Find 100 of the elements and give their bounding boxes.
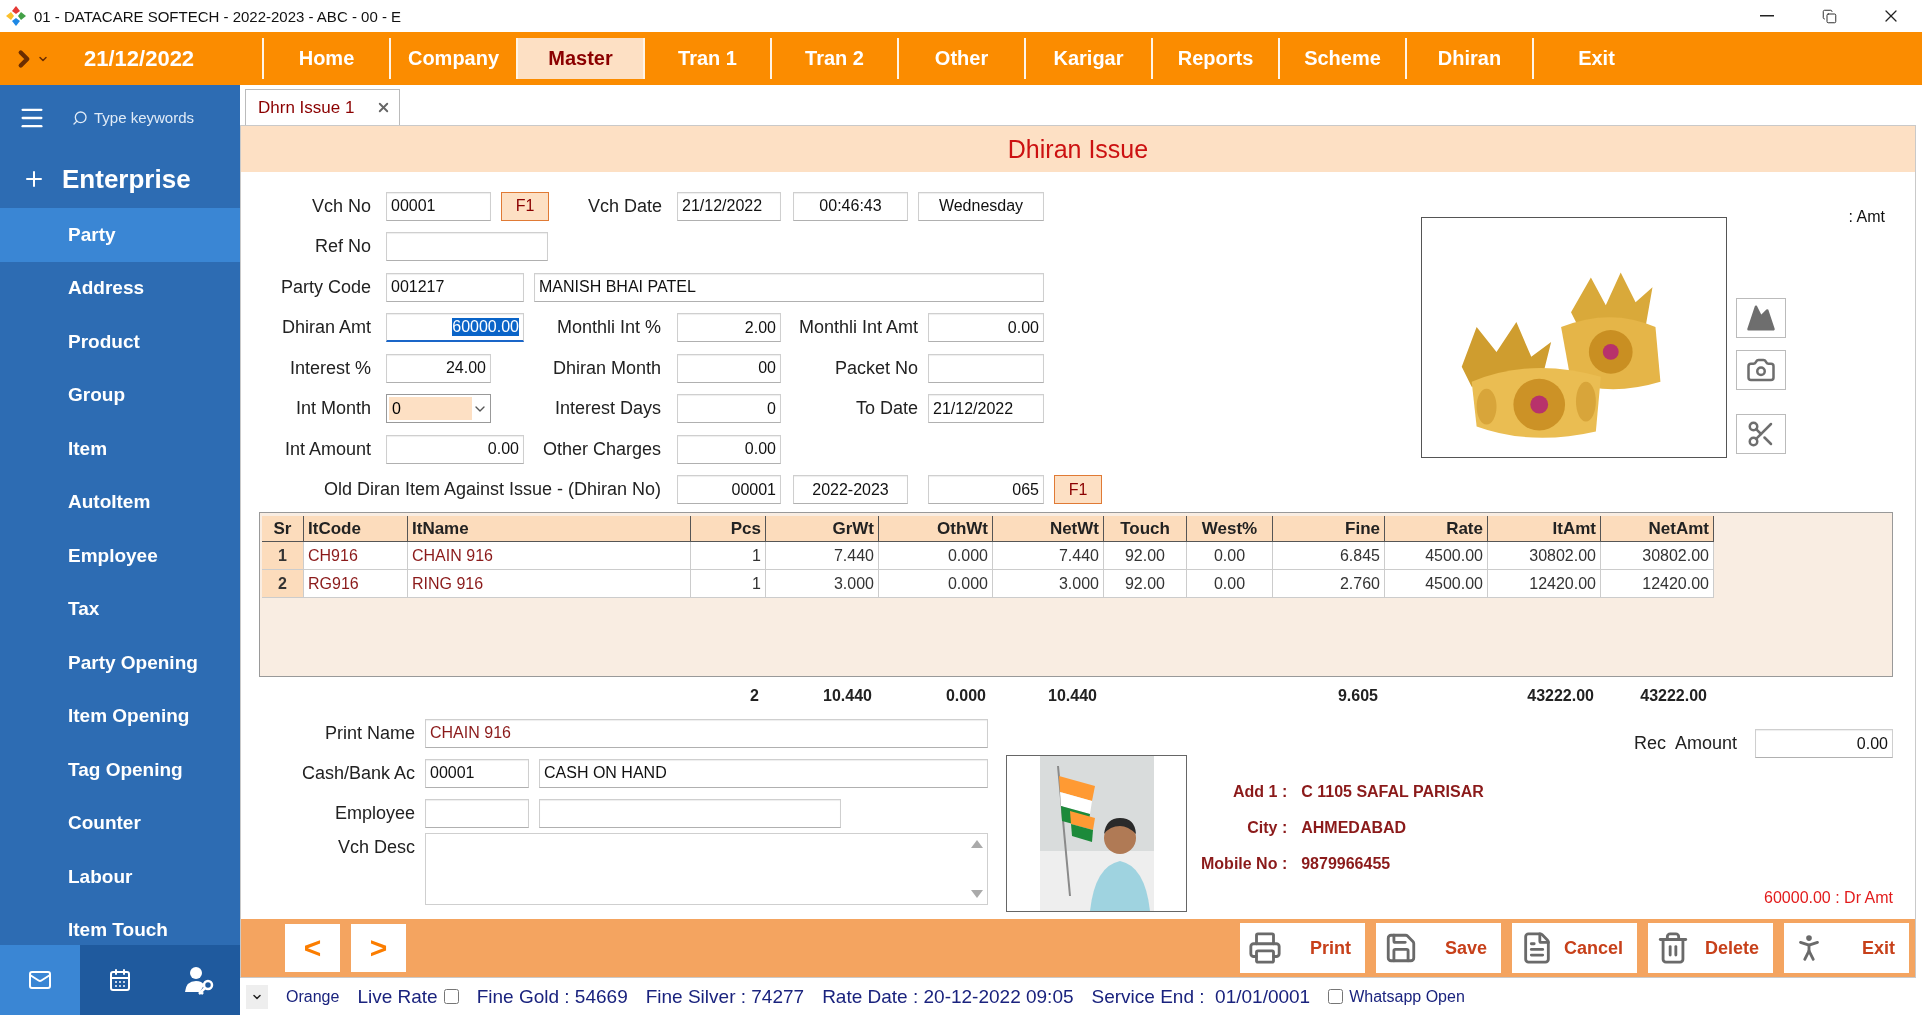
table-cell: 0.00 xyxy=(1187,542,1273,570)
input-field[interactable] xyxy=(539,798,841,828)
input-field[interactable] xyxy=(386,232,548,262)
tab[interactable]: Dhrn Issue 1 xyxy=(245,89,401,125)
column-header[interactable]: West% xyxy=(1187,516,1273,542)
dropdown-button[interactable] xyxy=(246,984,268,1009)
sidebar-item[interactable]: Item Touch xyxy=(0,903,240,945)
column-header[interactable]: NetWt xyxy=(993,516,1104,542)
column-header[interactable]: ItCode xyxy=(304,516,408,542)
sidebar-item[interactable]: Party Opening xyxy=(0,636,240,690)
sidebar-item[interactable]: Item xyxy=(0,422,240,476)
input-field[interactable]: 24.00 xyxy=(386,353,491,383)
checkbox[interactable] xyxy=(443,989,459,1004)
calendar-button[interactable] xyxy=(80,945,160,1015)
column-header[interactable]: Fine xyxy=(1273,516,1385,542)
column-header[interactable]: OthWt xyxy=(879,516,993,542)
input-field[interactable]: 60000.00 xyxy=(386,313,524,343)
input-field[interactable]: 00001 xyxy=(386,191,491,221)
input-field[interactable]: 001217 xyxy=(386,272,524,302)
service-end: Service End : 01/01/0001 xyxy=(1091,985,1311,1008)
column-header[interactable]: Sr xyxy=(262,516,304,542)
sidebar-item[interactable]: Item Opening xyxy=(0,689,240,743)
input-field[interactable]: 0.00 xyxy=(928,313,1044,343)
table-cell: 0.000 xyxy=(879,542,993,570)
metal-rate: Fine Silver : 74277 xyxy=(645,985,805,1008)
field-label: Vch No xyxy=(310,195,371,217)
input-field[interactable]: 0.00 xyxy=(677,434,781,464)
camera-button[interactable] xyxy=(1736,350,1786,390)
field-label: Monthli Int % xyxy=(555,317,661,339)
table-cell: 30802.00 xyxy=(1488,542,1601,570)
field-label: Rec Amount xyxy=(1633,733,1737,754)
field-label: Vch Desc xyxy=(336,836,415,858)
sidebar-item[interactable]: Address xyxy=(0,261,240,315)
input-field[interactable]: 00001 xyxy=(425,758,529,788)
user-key-icon xyxy=(184,965,216,995)
input-field[interactable]: 21/12/2022 xyxy=(677,191,781,221)
user-button[interactable] xyxy=(160,945,240,1015)
input-field[interactable]: 0.00 xyxy=(386,434,524,464)
sidebar-item[interactable]: Employee xyxy=(0,529,240,583)
action-button[interactable]: Delete xyxy=(1648,923,1773,973)
input-field[interactable]: 00:46:43 xyxy=(793,191,908,221)
total-cell-text: 10.440 xyxy=(822,686,873,706)
sidebar-section[interactable]: Enterprise xyxy=(62,163,191,195)
input-field[interactable]: CHAIN 916 xyxy=(425,718,988,748)
menu-item[interactable]: Master xyxy=(516,38,643,79)
input-field[interactable]: 2022-2023 xyxy=(793,475,908,505)
column-header[interactable]: NetAmt xyxy=(1601,516,1714,542)
input-field[interactable]: CASH ON HAND xyxy=(539,758,988,788)
input-field[interactable] xyxy=(425,798,529,828)
column-header[interactable]: GrWt xyxy=(766,516,879,542)
sidebar-item[interactable]: Labour xyxy=(0,850,240,904)
column-header[interactable]: Touch xyxy=(1104,516,1187,542)
checkbox-label: Live Rate xyxy=(357,985,438,1008)
table-cell: 0.000 xyxy=(879,570,993,598)
input-field[interactable]: 0.00 xyxy=(1755,729,1893,758)
lookup-button[interactable]: F1 xyxy=(1054,475,1102,505)
sidebar-item[interactable]: Tax xyxy=(0,582,240,636)
action-button[interactable]: Exit xyxy=(1784,923,1909,973)
table-cell: 12420.00 xyxy=(1488,570,1601,598)
table-cell: 7.440 xyxy=(993,542,1104,570)
sidebar-item[interactable]: Party xyxy=(0,208,240,262)
input-field[interactable]: 065 xyxy=(928,475,1044,505)
field-label: Int Amount xyxy=(283,438,371,460)
action-button[interactable]: Cancel xyxy=(1512,923,1637,973)
input-field[interactable]: 21/12/2022 xyxy=(928,394,1044,424)
input-field[interactable]: 00 xyxy=(677,353,781,383)
mail-button[interactable] xyxy=(0,945,80,1015)
sidebar-item[interactable]: Counter xyxy=(0,796,240,850)
minimize-icon xyxy=(1760,15,1774,17)
total-cell-text: 2 xyxy=(749,686,760,706)
info-label: City : xyxy=(1246,819,1288,837)
checkbox[interactable] xyxy=(1328,989,1344,1004)
mountain-button[interactable] xyxy=(1736,298,1786,338)
action-button[interactable]: Save xyxy=(1376,923,1501,973)
table-cell: 1 xyxy=(691,542,766,570)
table-cell: 2.760 xyxy=(1273,570,1385,598)
dropdown[interactable]: 0 xyxy=(386,394,491,424)
search-field[interactable]: Type keywords xyxy=(72,109,195,126)
action-button[interactable]: Print xyxy=(1240,923,1365,973)
sidebar-item[interactable]: Tag Opening xyxy=(0,743,240,797)
column-header[interactable]: ItName xyxy=(408,516,691,542)
sidebar-item[interactable]: AutoItem xyxy=(0,475,240,529)
column-header[interactable]: Pcs xyxy=(691,516,766,542)
table-cell: CHAIN 916 xyxy=(408,542,691,570)
input-field[interactable]: 00001 xyxy=(677,475,781,505)
field-label: Packet No xyxy=(833,357,918,379)
table-cell: 12420.00 xyxy=(1601,570,1714,598)
column-header[interactable]: Rate xyxy=(1385,516,1488,542)
restore-icon xyxy=(1821,8,1837,24)
amount-caption: : Amt xyxy=(1848,208,1885,226)
sidebar-item[interactable]: Product xyxy=(0,315,240,369)
sidebar-item[interactable]: Group xyxy=(0,368,240,422)
lookup-button[interactable]: F1 xyxy=(501,191,549,221)
scissors-button[interactable] xyxy=(1736,414,1786,454)
column-header[interactable]: ItAmt xyxy=(1488,516,1601,542)
input-field[interactable]: 0 xyxy=(677,394,781,424)
input-field[interactable]: 2.00 xyxy=(677,313,781,343)
input-field[interactable] xyxy=(928,353,1044,383)
input-field[interactable]: Wednesday xyxy=(918,191,1044,221)
input-field[interactable]: MANISH BHAI PATEL xyxy=(534,272,1044,302)
